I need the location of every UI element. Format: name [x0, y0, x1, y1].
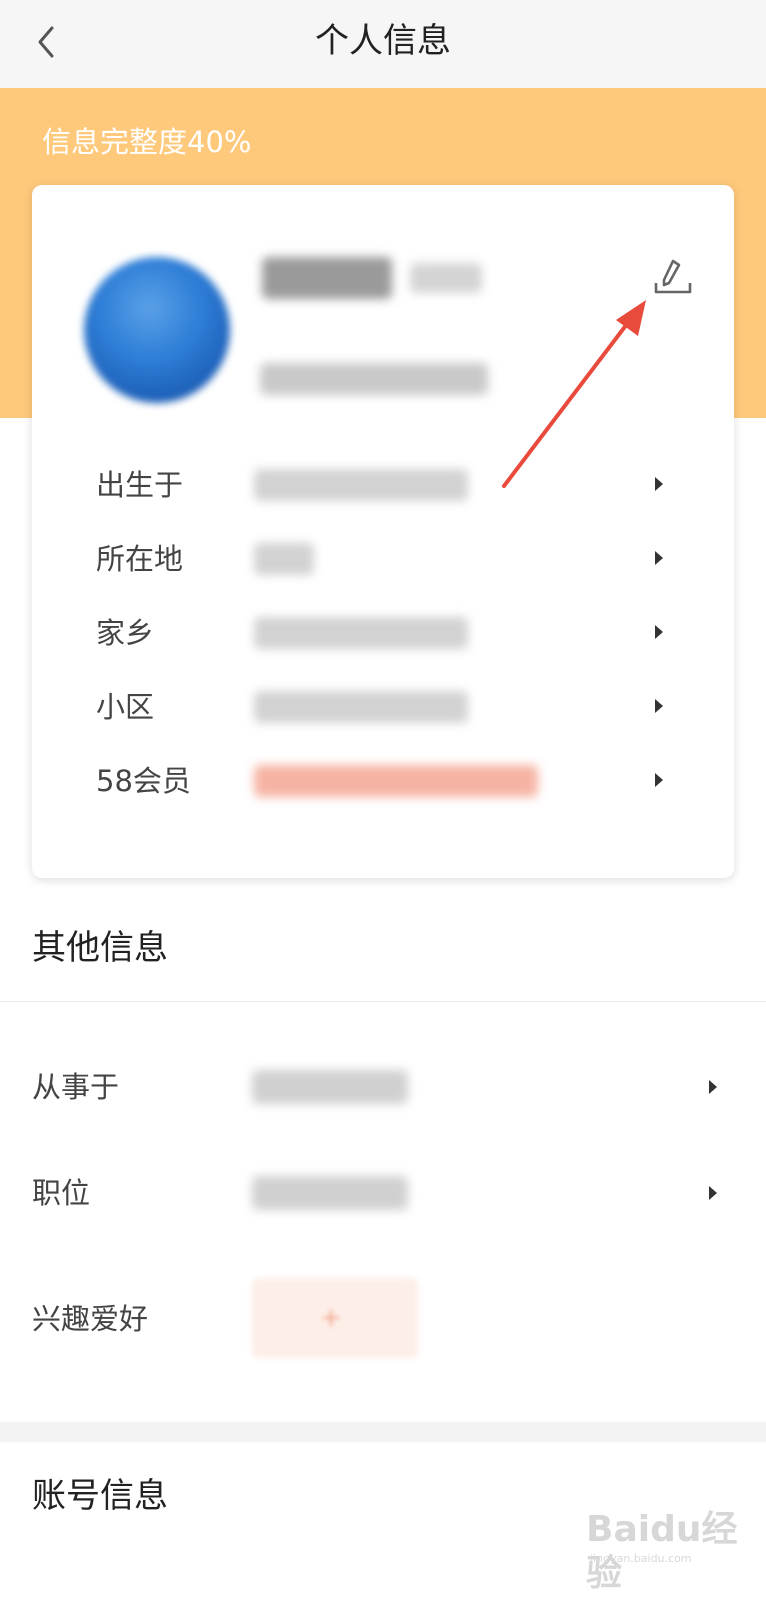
row-label: 所在地 — [96, 542, 184, 576]
row-value-blurred — [252, 1176, 408, 1210]
list-row-occupation[interactable]: 从事于 — [0, 1040, 766, 1136]
profile-row-hometown[interactable]: 家乡 — [32, 595, 734, 669]
row-label: 职位 — [32, 1176, 91, 1210]
triangle-right-icon — [655, 477, 663, 491]
page-title: 个人信息 — [315, 21, 451, 61]
row-value-blurred — [254, 617, 468, 649]
triangle-right-icon — [655, 699, 663, 713]
triangle-right-icon — [655, 551, 663, 565]
row-label: 家乡 — [96, 616, 155, 650]
section-title-account-info: 账号信息 — [32, 1476, 168, 1516]
section-gap — [0, 1422, 766, 1442]
row-label: 出生于 — [96, 468, 184, 502]
completeness-label: 信息完整度40% — [42, 125, 252, 159]
profile-card: 出生于 所在地 家乡 小区 58会员 — [32, 185, 734, 878]
username-blurred — [262, 257, 392, 299]
profile-row-birth[interactable]: 出生于 — [32, 447, 734, 521]
user-tag-blurred — [410, 263, 482, 293]
nav-bar: 个人信息 — [0, 0, 766, 88]
row-label: 58会员 — [96, 764, 191, 798]
row-label: 从事于 — [32, 1070, 120, 1104]
pencil-edit-icon[interactable] — [652, 257, 694, 301]
baidu-watermark: Baidu经验 jingyan.baidu.com — [586, 1508, 756, 1594]
list-row-position[interactable]: 职位 — [0, 1146, 766, 1242]
profile-row-membership[interactable]: 58会员 — [32, 743, 734, 817]
triangle-right-icon — [709, 1080, 717, 1094]
divider — [0, 1001, 766, 1002]
row-value-blurred — [254, 765, 538, 797]
row-value-blurred — [254, 691, 468, 723]
row-value-blurred — [252, 1070, 408, 1104]
section-title-other-info: 其他信息 — [32, 928, 168, 968]
row-label: 兴趣爱好 — [32, 1302, 149, 1336]
row-label: 小区 — [96, 690, 155, 724]
watermark-url: jingyan.baidu.com — [590, 1552, 692, 1565]
triangle-right-icon — [709, 1186, 717, 1200]
profile-row-community[interactable]: 小区 — [32, 669, 734, 743]
row-value-blurred — [254, 543, 314, 575]
avatar[interactable] — [84, 257, 230, 403]
triangle-right-icon — [655, 625, 663, 639]
triangle-right-icon — [655, 773, 663, 787]
user-id-blurred — [260, 363, 488, 395]
row-value-blurred — [254, 469, 468, 501]
profile-row-location[interactable]: 所在地 — [32, 521, 734, 595]
plus-icon: + — [320, 1303, 342, 1333]
